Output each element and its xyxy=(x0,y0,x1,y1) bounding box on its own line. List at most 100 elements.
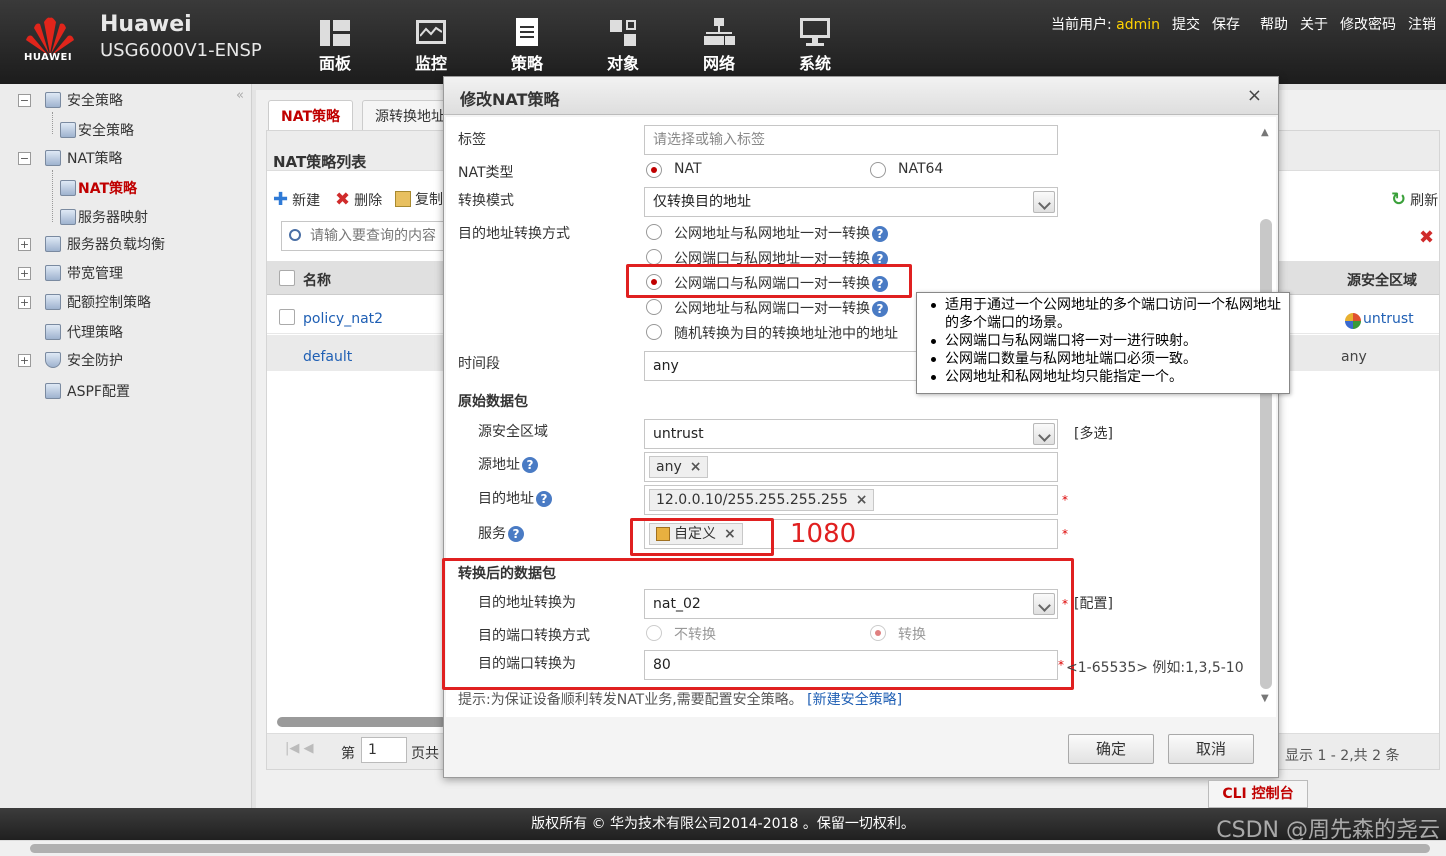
sidebar-collapse-button[interactable]: « xyxy=(236,88,244,103)
sidebar-item-aspf[interactable]: ASPF配置 xyxy=(45,379,130,403)
nat-type-nat-radio[interactable] xyxy=(646,162,662,178)
time-range-select[interactable]: any xyxy=(644,351,920,381)
dialog-body: 标签 请选择或输入标签 NAT类型 NAT NAT64 转换模式 仅转换目的地址… xyxy=(442,117,1276,717)
tab-nat-policy[interactable]: NAT策略 xyxy=(268,100,354,130)
src-addr-chip: any × xyxy=(649,456,709,478)
sidebar-item-bandwidth[interactable]: + 带宽管理 xyxy=(18,261,123,285)
port-method-label: 目的端口转换方式 xyxy=(478,628,590,644)
row-checkbox[interactable] xyxy=(279,309,295,325)
dst-to-select[interactable]: nat_02 xyxy=(644,589,1058,619)
close-icon[interactable]: × xyxy=(1247,85,1262,106)
nav-monitor[interactable]: 监控 xyxy=(396,18,466,74)
annotation-port: 1080 xyxy=(790,519,857,549)
conversion-mode-select[interactable]: 仅转换目的地址 xyxy=(644,187,1058,217)
nat-type-nat64-label: NAT64 xyxy=(898,161,944,177)
src-zone-label: 源安全区域 xyxy=(478,424,548,440)
dst-method-option-1: 公网地址与私网地址一对一转换? xyxy=(674,223,888,243)
help-icon[interactable]: ? xyxy=(872,301,888,317)
help-icon[interactable]: ? xyxy=(872,226,888,242)
dst-method-radio-2[interactable] xyxy=(646,249,662,265)
scroll-down-icon: ▼ xyxy=(1261,693,1269,704)
submit-link[interactable]: 提交 xyxy=(1172,14,1200,34)
copy-button[interactable]: 复制 xyxy=(395,189,443,209)
highlight-service xyxy=(630,518,774,556)
help-icon[interactable]: ? xyxy=(522,457,538,473)
column-src-zone[interactable]: 源安全区域 xyxy=(1347,270,1417,290)
copy-icon xyxy=(395,191,411,207)
sidebar: « − 安全策略 安全策略 − NAT策略 NAT策略 服务器映射 + 服务器负载均衡… xyxy=(0,84,252,808)
column-name[interactable]: 名称 xyxy=(303,270,331,290)
dst-method-option-5: 随机转换为目的转换地址池中的地址 xyxy=(674,326,898,342)
page-total-label: 页共 xyxy=(411,746,439,762)
remove-icon[interactable]: × xyxy=(690,459,702,475)
tag-input[interactable]: 请选择或输入标签 xyxy=(644,125,1058,155)
help-icon[interactable]: ? xyxy=(536,491,552,507)
logout-link[interactable]: 注销 xyxy=(1408,14,1436,34)
row-name-link[interactable]: default xyxy=(303,349,352,365)
dst-method-radio-5[interactable] xyxy=(646,324,662,340)
dst-addr-label: 目的地址? xyxy=(478,488,552,508)
page-input[interactable]: 1 xyxy=(361,737,407,763)
refresh-button[interactable]: ↻ 刷新 xyxy=(1391,189,1438,210)
config-link[interactable]: [配置] xyxy=(1074,593,1113,613)
multi-select-link[interactable]: [多选] xyxy=(1074,423,1113,443)
server-mapping-icon xyxy=(60,209,76,225)
table-hscroll[interactable] xyxy=(277,717,447,727)
sidebar-item-quota[interactable]: + 配额控制策略 xyxy=(18,290,151,314)
port-to-input[interactable]: 80 xyxy=(644,650,1058,680)
sidebar-item-server-load-balance[interactable]: + 服务器负载均衡 xyxy=(18,232,165,256)
new-security-policy-link[interactable]: [新建安全策略] xyxy=(807,692,902,708)
cancel-button[interactable]: 取消 xyxy=(1168,734,1254,764)
tooltip-line: 适用于通过一个公网地址的多个端口访问一个私网地址的多个端口的场景。 xyxy=(925,296,1281,332)
src-zone-select[interactable]: untrust xyxy=(644,419,1058,449)
ok-button[interactable]: 确定 xyxy=(1068,734,1154,764)
port-convert-radio[interactable] xyxy=(870,625,886,641)
dst-method-radio-4[interactable] xyxy=(646,299,662,315)
sidebar-item-security-policy[interactable]: 安全策略 xyxy=(60,118,134,142)
nav-dashboard[interactable]: 面板 xyxy=(300,18,370,74)
sidebar-item-server-mapping[interactable]: 服务器映射 xyxy=(60,205,148,229)
network-icon xyxy=(702,18,736,48)
sidebar-item-security-protection[interactable]: + 安全防护 xyxy=(18,348,123,372)
new-button[interactable]: ✚ 新建 xyxy=(273,189,320,210)
nat-type-nat64-radio[interactable] xyxy=(870,162,886,178)
dst-method-label: 目的地址转换方式 xyxy=(458,226,570,242)
change-password-link[interactable]: 修改密码 xyxy=(1340,14,1396,34)
help-icon[interactable]: ? xyxy=(508,526,524,542)
page-hscroll[interactable] xyxy=(0,840,1446,856)
row-src-zone: untrust xyxy=(1363,311,1414,327)
save-link[interactable]: 保存 xyxy=(1212,14,1240,34)
bandwidth-icon xyxy=(45,265,61,281)
first-page-icon[interactable]: |◀ ◀ xyxy=(285,741,314,756)
policy-icon xyxy=(510,18,544,48)
help-link[interactable]: 帮助 xyxy=(1260,14,1288,34)
sidebar-item-security-policy-group[interactable]: − 安全策略 xyxy=(18,88,123,112)
sidebar-item-nat-policy-group[interactable]: − NAT策略 xyxy=(18,146,123,170)
sidebar-item-nat-policy[interactable]: NAT策略 xyxy=(60,176,137,200)
select-all-checkbox[interactable] xyxy=(279,270,295,286)
cli-console-button[interactable]: CLI 控制台 xyxy=(1208,780,1308,808)
dst-addr-input[interactable]: 12.0.0.10/255.255.255.255 × xyxy=(644,485,1058,515)
sidebar-item-proxy-policy[interactable]: 代理策略 xyxy=(45,320,123,344)
current-user: 当前用户: admin xyxy=(1050,17,1160,33)
nav-system[interactable]: 系统 xyxy=(780,18,850,74)
top-header: HUAWEI Huawei USG6000V1-ENSP 面板 监控 策略 对象… xyxy=(0,0,1446,84)
tooltip-line: 公网地址和私网地址均只能指定一个。 xyxy=(925,368,1281,386)
about-link[interactable]: 关于 xyxy=(1300,14,1328,34)
nav-object[interactable]: 对象 xyxy=(588,18,658,74)
nav-network[interactable]: 网络 xyxy=(684,18,754,74)
dst-method-option-4: 公网地址与私网端口一对一转换? xyxy=(674,298,888,318)
search-input[interactable]: 请输入要查询的内容 xyxy=(281,221,451,251)
tag-label: 标签 xyxy=(458,132,486,148)
src-addr-input[interactable]: any × xyxy=(644,452,1058,482)
nav-policy[interactable]: 策略 xyxy=(492,18,562,74)
edit-nat-policy-dialog: 修改NAT策略 × 标签 请选择或输入标签 NAT类型 NAT NAT64 转换… xyxy=(442,76,1279,778)
tab-source-nat-pool[interactable]: 源转换地址 xyxy=(362,100,452,130)
remove-icon[interactable]: × xyxy=(856,492,868,508)
dst-method-radio-1[interactable] xyxy=(646,224,662,240)
clear-filter-icon[interactable]: ✖ xyxy=(1419,227,1434,248)
delete-button[interactable]: ✖ 删除 xyxy=(335,189,382,210)
row-name-link[interactable]: policy_nat2 xyxy=(303,311,383,327)
port-no-convert-radio[interactable] xyxy=(646,625,662,641)
dialog-vscroll[interactable]: ▲ ▼ xyxy=(1259,127,1275,757)
